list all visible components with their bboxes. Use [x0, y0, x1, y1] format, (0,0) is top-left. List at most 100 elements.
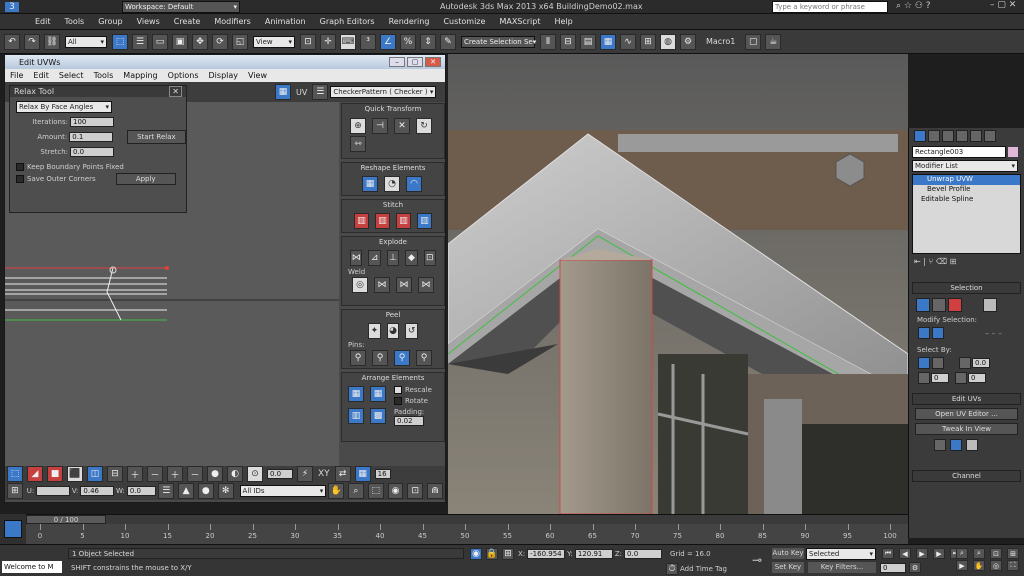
create-tab-icon[interactable] — [914, 130, 926, 142]
contract-loop-icon[interactable]: － — [187, 466, 203, 482]
spinner-snap-icon[interactable]: ⇕ — [420, 33, 436, 50]
quick-transform-header[interactable]: Quick Transform — [342, 104, 444, 115]
save-outer-checkbox[interactable] — [16, 175, 24, 183]
pin-vertex-icon[interactable]: ● — [197, 483, 214, 499]
menu-customize[interactable]: Customize — [436, 17, 492, 26]
selection-filter-dropdown[interactable]: All ▾ — [65, 35, 107, 48]
stack-item-editable-spline[interactable]: Editable Spline — [913, 195, 1020, 205]
go-to-start-icon[interactable]: ⏮ — [882, 548, 894, 559]
zoom-icon[interactable]: ⌕ — [348, 483, 364, 499]
motion-tab-icon[interactable] — [956, 130, 968, 142]
space-horizontal-icon[interactable]: ⇿ — [350, 136, 366, 152]
soft-value-field[interactable]: 0.0 — [267, 469, 293, 479]
absolute-mode-icon[interactable]: ⊞ — [7, 483, 23, 499]
uvw-menu-mapping[interactable]: Mapping — [118, 71, 162, 80]
weld-target-icon[interactable]: ◎ — [352, 277, 368, 293]
manipulate-icon[interactable]: ✛ — [320, 33, 336, 50]
break-icon[interactable]: ⋈ — [350, 250, 363, 266]
planar-angle-icon[interactable] — [959, 357, 971, 369]
prev-frame-icon[interactable]: ◀ — [899, 548, 911, 559]
stack-tools[interactable]: ⇤ | ⑂ ⌫ ⊞ — [914, 257, 1019, 266]
show-map-icon[interactable]: ▦ — [275, 84, 291, 100]
rotate-checkbox[interactable] — [394, 397, 402, 405]
ring-icon[interactable]: ◫ — [87, 466, 103, 482]
paint-select-icon[interactable]: ● — [207, 466, 223, 482]
ref-coord-dropdown[interactable]: View ▾ — [253, 35, 295, 48]
weld-all-icon[interactable]: ⋈ — [418, 277, 434, 293]
menu-maxscript[interactable]: MAXScript — [492, 17, 547, 26]
filter-selected-icon[interactable]: ▲ — [178, 483, 194, 499]
stitch-to-target-icon[interactable]: ▥ — [354, 213, 369, 229]
window-controls[interactable]: – ▢ ✕ — [990, 0, 1016, 10]
quick-map-icon[interactable] — [950, 439, 962, 451]
stack-item-unwrap[interactable]: Unwrap UVW — [913, 175, 1020, 185]
utilities-tab-icon[interactable] — [984, 130, 996, 142]
menu-views[interactable]: Views — [130, 17, 167, 26]
face-sub-icon[interactable]: ■ — [47, 466, 63, 482]
pack-custom-icon[interactable]: ▦ — [370, 386, 386, 402]
stretch-field[interactable]: 0.0 — [70, 147, 114, 157]
v-field[interactable]: 0.46 — [80, 486, 114, 496]
unpin-icon[interactable]: ⚲ — [372, 350, 388, 366]
zoom-selected-icon[interactable]: ⊡ — [407, 483, 424, 499]
axis-swap-icon[interactable]: ⇄ — [334, 466, 351, 482]
stitch-source-icon[interactable]: ▥ — [396, 213, 411, 229]
move-icon[interactable]: ✥ — [192, 33, 208, 50]
stitch-average-icon[interactable]: ▥ — [375, 213, 390, 229]
edge-mode-icon[interactable] — [932, 298, 946, 312]
weld-threshold-icon[interactable]: ⋈ — [396, 277, 412, 293]
pin-icon[interactable]: ⚲ — [350, 350, 366, 366]
falloff-icon[interactable]: ⚡ — [297, 466, 313, 482]
start-relax-button[interactable]: Start Relax — [126, 130, 186, 144]
layer-manager-icon[interactable]: ▤ — [580, 33, 596, 50]
menu-tools[interactable]: Tools — [58, 17, 92, 26]
quick-planar-icon[interactable] — [934, 439, 946, 451]
material-editor-icon[interactable]: ◍ — [660, 33, 676, 50]
quick-peel-icon[interactable]: ✦ — [368, 323, 381, 339]
nav-orbit-icon[interactable]: ◎ — [990, 560, 1002, 571]
freeze-icon[interactable]: ✻ — [217, 483, 234, 499]
grow-sel-icon[interactable]: ＋ — [127, 466, 143, 482]
pivot-center-icon[interactable]: ⊕ — [350, 118, 366, 134]
uvw-menu-view[interactable]: View — [243, 71, 272, 80]
auto-key-button[interactable]: Auto Key — [772, 548, 804, 559]
select-by-material-icon[interactable] — [955, 372, 967, 384]
hierarchy-tab-icon[interactable] — [942, 130, 954, 142]
stitch-settings-icon[interactable]: ▥ — [417, 213, 432, 229]
schematic-view-icon[interactable]: ⊞ — [640, 33, 656, 50]
auto-pin-icon[interactable]: ⚲ — [394, 350, 410, 366]
shrink-sel-icon[interactable]: － — [147, 466, 163, 482]
key-filters-button[interactable]: Key Filters... — [808, 562, 876, 573]
menu-graph-editors[interactable]: Graph Editors — [313, 17, 382, 26]
loop-ring-icon[interactable]: – – – — [985, 329, 1002, 338]
perspective-viewport[interactable] — [448, 54, 908, 514]
stitch-header[interactable]: Stitch — [342, 200, 444, 211]
next-frame-icon[interactable]: ▶ — [933, 548, 945, 559]
key-icon[interactable]: ⊸ — [744, 547, 770, 573]
macro-label[interactable]: Macro1 — [706, 37, 735, 46]
reshape-header[interactable]: Reshape Elements — [342, 163, 444, 174]
u-field[interactable] — [36, 486, 70, 496]
scale-icon[interactable]: ◱ — [232, 33, 248, 50]
select-by-smoothing-icon[interactable] — [918, 372, 930, 384]
lock-selection-icon[interactable]: 🔒 — [486, 548, 498, 560]
menu-group[interactable]: Group — [91, 17, 129, 26]
uvw-menu-tools[interactable]: Tools — [89, 71, 119, 80]
uv-label[interactable]: UV — [296, 88, 307, 97]
uvw-menu-select[interactable]: Select — [54, 71, 89, 80]
y-field[interactable]: 120.91 — [574, 549, 613, 559]
menu-edit[interactable]: Edit — [28, 17, 58, 26]
time-config-icon[interactable]: ⚙ — [909, 562, 921, 573]
flatten-icon[interactable]: ⊥ — [386, 250, 400, 266]
channel-rollout-header[interactable]: Channel — [912, 470, 1021, 482]
app-logo-icon[interactable]: 3 — [4, 0, 20, 13]
select-by-name-icon[interactable]: ☰ — [132, 33, 148, 50]
quick-peel-icon[interactable] — [966, 439, 978, 451]
select-object-icon[interactable]: ⬚ — [112, 33, 128, 50]
soft-selection-icon[interactable]: ◐ — [227, 466, 243, 482]
ids-dropdown[interactable]: All IDs ▾ — [239, 485, 327, 497]
ribbon-icon[interactable]: ▦ — [600, 33, 616, 50]
edit-named-sets-icon[interactable]: ✎ — [440, 33, 456, 50]
track-bar[interactable]: 0 5 10 15 20 25 30 35 40 45 50 55 60 65 70 75 80 85 90 95 10… — [26, 524, 908, 544]
straighten-icon[interactable]: ▦ — [362, 176, 378, 192]
